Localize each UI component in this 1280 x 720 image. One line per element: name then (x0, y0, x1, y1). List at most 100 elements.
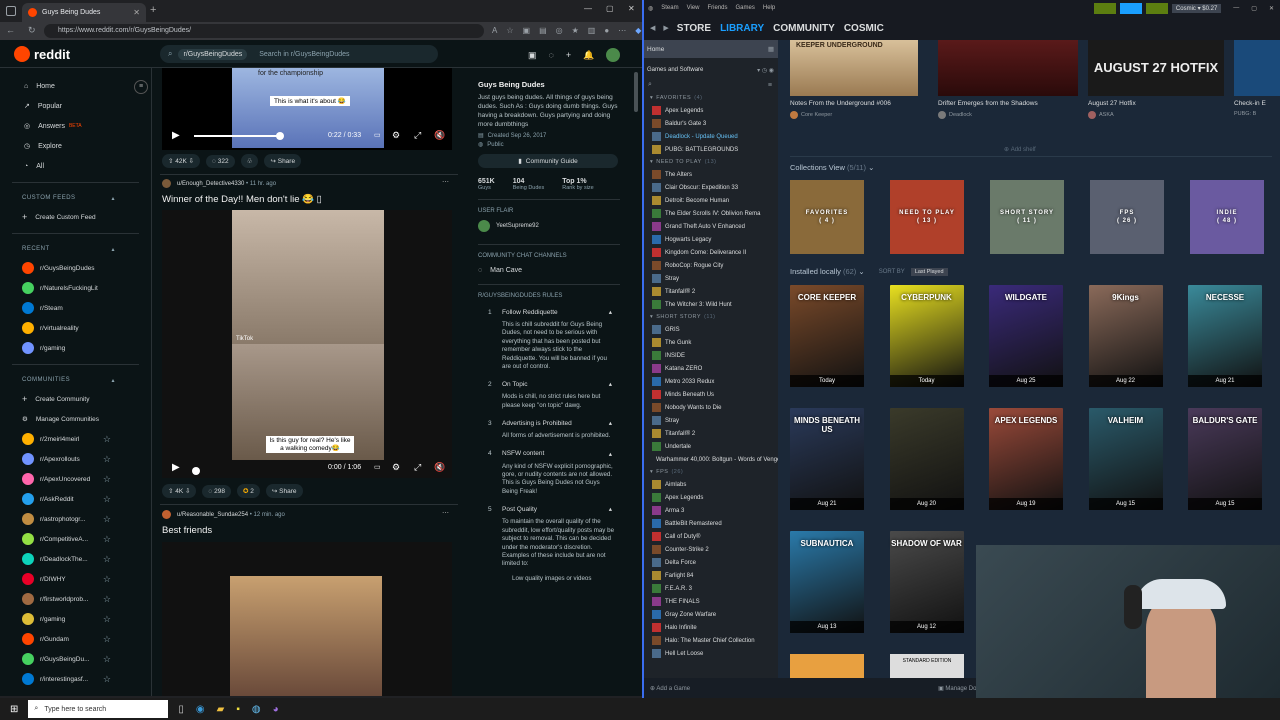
community-item[interactable]: r/gaming ☆ (0, 609, 151, 629)
category-header[interactable]: ▾ SHORT STORY (11) (644, 311, 778, 323)
game-tile[interactable]: SUBNAUTICA Aug 13 (790, 531, 864, 633)
collection-tile[interactable]: FAVORITES( 4 ) (790, 180, 864, 254)
community-item[interactable]: r/Gundam ☆ (0, 629, 151, 649)
star-icon[interactable]: ☆ (103, 554, 111, 565)
collections-view-header[interactable]: Collections View (5/11) ⌄ (790, 163, 874, 172)
custom-feeds-header[interactable]: CUSTOM FEEDS ▴ (0, 189, 151, 207)
collection-tile[interactable]: FPS( 26 ) (1090, 180, 1164, 254)
star-icon[interactable]: ☆ (103, 514, 111, 525)
star-icon[interactable]: ☆ (103, 494, 111, 505)
game-list-item[interactable]: Arma 3 (644, 504, 778, 517)
game-list-item[interactable]: The Witcher 3: Wild Hunt (644, 298, 778, 311)
game-list-item[interactable]: Hogwarts Legacy (644, 233, 778, 246)
collection-tile[interactable]: INDIE( 48 ) (1190, 180, 1264, 254)
game-list-item[interactable]: Katana ZERO (644, 362, 778, 375)
menu-icon[interactable]: ⋯ (618, 26, 626, 35)
game-list-item[interactable]: Undertale (644, 440, 778, 453)
notifications-icon[interactable] (1145, 2, 1168, 14)
captions-icon[interactable]: ▭ (374, 131, 381, 139)
favorite-icon[interactable]: ☆ (506, 26, 513, 35)
game-list-item[interactable]: PUBG: BATTLEGROUNDS (644, 143, 778, 156)
home-button[interactable]: Home ▦ (644, 40, 778, 58)
game-list-item[interactable]: Titanfall® 2 (644, 427, 778, 440)
game-list-item[interactable]: Warhammer 40,000: Boltgun - Words of Ven… (644, 453, 778, 466)
game-list-item[interactable]: Delta Force (644, 556, 778, 569)
game-list-item[interactable]: Farlight 84 (644, 569, 778, 582)
rule-header[interactable]: 2 On Topic ▴ (478, 377, 620, 391)
community-item[interactable]: r/CompetitiveA... ☆ (0, 529, 151, 549)
recent-item[interactable]: r/gaming (0, 338, 151, 358)
game-list-item[interactable]: Call of Duty® (644, 530, 778, 543)
minimize-icon[interactable]: — (1233, 5, 1239, 11)
collection-tile[interactable]: SHORT STORY( 11 ) (990, 180, 1064, 254)
add-game-button[interactable]: ⊕ Add a Game (650, 685, 690, 692)
star-icon[interactable]: ☆ (103, 654, 111, 665)
search-input[interactable]: Search in r/GuysBeingDudes (259, 51, 349, 58)
play-icon[interactable]: ▶ (172, 130, 180, 141)
game-list-item[interactable]: Stray (644, 414, 778, 427)
community-item[interactable]: r/Apexrollouts ☆ (0, 449, 151, 469)
installed-header[interactable]: Installed locally (62) ⌄ SORT BY Last Pl… (790, 267, 948, 276)
settings-icon[interactable]: ⚙ (392, 462, 400, 473)
category-header[interactable]: ▾ FPS (26) (644, 466, 778, 478)
post-video-2[interactable]: TikTok Is this guy for real? He's like a… (162, 210, 452, 478)
progress-handle[interactable] (276, 132, 284, 140)
add-shelf-button[interactable]: ⊕ Add shelf (1004, 146, 1036, 154)
community-item[interactable]: r/astrophotogr... ☆ (0, 509, 151, 529)
star-icon[interactable]: ☆ (103, 534, 111, 545)
rule-header[interactable]: 3 Advertising is Prohibited ▴ (478, 416, 620, 430)
game-list-item[interactable]: Detroit: Become Human (644, 194, 778, 207)
game-list-item[interactable]: Counter-Strike 2 (644, 543, 778, 556)
filter-icon[interactable]: ≡ (768, 82, 772, 89)
manage-communities[interactable]: ⚙ Manage Communities (0, 409, 151, 429)
search-games-input[interactable]: ⌕ ≡ (644, 78, 778, 92)
award-button[interactable]: ♧ (240, 154, 259, 168)
copilot-icon[interactable]: ◆ (635, 26, 641, 35)
post-title[interactable]: Winner of the Day!! Men don't lie 😂 ▯ (162, 194, 322, 205)
broadcast-icon[interactable] (1119, 2, 1142, 14)
menu-steam[interactable]: Steam (661, 5, 678, 11)
game-tile[interactable]: WILDGATE Aug 25 (989, 285, 1063, 387)
game-tile[interactable]: CYBERPUNK Today (889, 285, 964, 387)
game-list-item[interactable]: F.E.A.R. 3 (644, 582, 778, 595)
filter-select[interactable]: Games and Software ▾ ◷ ◉ (644, 62, 778, 78)
collapse-sidebar-icon[interactable]: ≡ (134, 80, 148, 94)
news-title[interactable]: Notes From the Underground #006 (790, 100, 891, 107)
award-button[interactable]: ✪ 2 (237, 484, 260, 498)
game-tile[interactable]: VALHEIM Aug 15 (1088, 408, 1163, 510)
game-list-item[interactable]: Minds Beneath Us (644, 388, 778, 401)
profile-icon[interactable]: ● (604, 26, 609, 35)
close-icon[interactable]: ✕ (1269, 5, 1274, 12)
game-list-item[interactable]: Apex Legends (644, 104, 778, 117)
game-list-item[interactable]: BattleBit Remastered (644, 517, 778, 530)
video-progress[interactable] (194, 135, 280, 137)
create-custom-feed[interactable]: + Create Custom Feed (0, 207, 151, 227)
game-tile[interactable]: SHADOW OF WAR Aug 12 (889, 531, 964, 633)
fullscreen-icon[interactable]: ⤢ (414, 130, 421, 141)
game-list-item[interactable]: Gray Zone Warfare (644, 608, 778, 621)
post-author[interactable]: u/Enough_Detective4330 (177, 181, 244, 187)
game-list-item[interactable]: Deadlock - Update Queued (644, 130, 778, 143)
close-window-icon[interactable]: ✕ (628, 4, 635, 13)
close-tab-icon[interactable]: ✕ (133, 8, 140, 17)
news-title[interactable]: August 27 Hotfix (1088, 100, 1136, 107)
play-icon[interactable]: ▶ (172, 462, 180, 473)
recent-item[interactable]: r/NaturelsFuckingLit (0, 278, 151, 298)
recent-item[interactable]: r/virtualreality (0, 318, 151, 338)
rule-header[interactable]: 4 NSFW content ▴ (478, 447, 620, 461)
rule-header[interactable]: 5 Post Quality ▴ (478, 502, 620, 516)
more-options-icon[interactable]: ⋯ (442, 509, 449, 517)
game-tile-partial[interactable]: STANDARD EDITION (890, 654, 964, 678)
recent-header[interactable]: RECENT ▴ (0, 240, 151, 258)
news-image-4[interactable] (1234, 40, 1280, 96)
post-video-3[interactable] (162, 542, 452, 696)
maximize-icon[interactable]: ▢ (1251, 5, 1257, 12)
forward-icon[interactable]: ▶ (663, 24, 668, 32)
minimize-icon[interactable]: — (584, 4, 592, 13)
scrollbar[interactable] (634, 72, 638, 112)
game-list-item[interactable]: The Gunk (644, 336, 778, 349)
comments-button[interactable]: ◌ 322 (206, 154, 235, 168)
game-list-item[interactable]: THE FINALS (644, 595, 778, 608)
rule-header[interactable]: 1 Follow Reddiquette ▴ (478, 305, 620, 319)
search-bar[interactable]: ⌕ r/GuysBeingDudes Search in r/GuysBeing… (160, 45, 438, 63)
